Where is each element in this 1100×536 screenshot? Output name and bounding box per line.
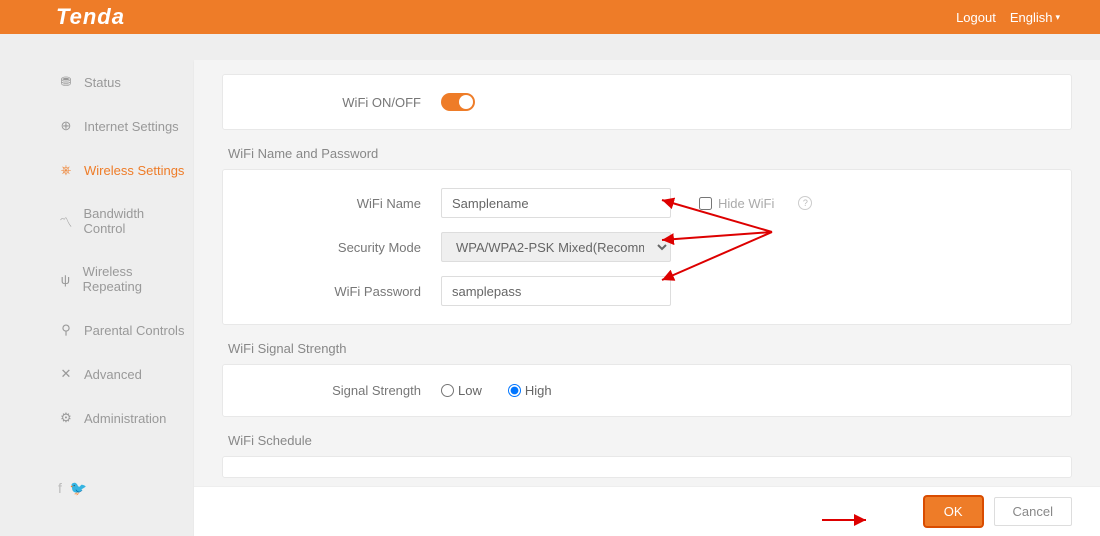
hide-wifi-label: Hide WiFi: [718, 196, 774, 211]
sidebar-item-label: Parental Controls: [84, 323, 184, 338]
sidebar-item-wireless[interactable]: ⎈ Wireless Settings: [54, 148, 194, 192]
wifi-name-input[interactable]: [441, 188, 671, 218]
hide-wifi-wrap[interactable]: Hide WiFi: [699, 196, 774, 211]
sidebar-item-label: Internet Settings: [84, 119, 179, 134]
globe-icon: ⊕: [58, 118, 74, 134]
sidebar: ⛃ Status ⊕ Internet Settings ⎈ Wireless Set…: [54, 60, 194, 536]
tools-icon: ✕: [58, 366, 74, 382]
main-panel: WiFi ON/OFF WiFi Name and Password WiFi …: [194, 60, 1100, 536]
footer-bar: OK Cancel: [194, 486, 1100, 536]
language-dropdown[interactable]: English▾: [1010, 10, 1060, 25]
wifi-password-label: WiFi Password: [251, 284, 441, 299]
facebook-icon[interactable]: f: [58, 480, 62, 497]
sidebar-item-repeating[interactable]: ψ Wireless Repeating: [54, 250, 194, 308]
sidebar-item-internet[interactable]: ⊕ Internet Settings: [54, 104, 194, 148]
ok-button[interactable]: OK: [925, 497, 982, 526]
security-mode-select[interactable]: WPA/WPA2-PSK Mixed(Recommended): [441, 232, 671, 262]
wifi-onoff-label: WiFi ON/OFF: [251, 95, 441, 110]
twitter-icon[interactable]: 🐦: [70, 480, 87, 497]
antenna-icon: ψ: [58, 272, 73, 287]
logout-link[interactable]: Logout: [956, 10, 996, 25]
language-label: English: [1010, 10, 1053, 25]
sidebar-item-label: Wireless Repeating: [83, 264, 186, 294]
signal-high-radio[interactable]: [508, 384, 521, 397]
sidebar-item-label: Advanced: [84, 367, 142, 382]
wifi-name-pw-card: WiFi Name Hide WiFi ? Security Mode WPA/…: [222, 169, 1072, 325]
gear-icon: ⚙: [58, 410, 74, 426]
section-signal-strength: WiFi Signal Strength: [222, 325, 1072, 364]
signal-low-radio[interactable]: [441, 384, 454, 397]
security-mode-label: Security Mode: [251, 240, 441, 255]
radio-label: Low: [458, 383, 482, 398]
sidebar-item-parental[interactable]: ⚲ Parental Controls: [54, 308, 194, 352]
person-icon: ⚲: [58, 322, 74, 338]
wifi-onoff-toggle[interactable]: [441, 93, 475, 111]
wifi-password-input[interactable]: [441, 276, 671, 306]
wifi-schedule-card: [222, 456, 1072, 478]
social-links: f 🐦: [54, 480, 194, 497]
sidebar-item-label: Status: [84, 75, 121, 90]
section-wifi-schedule: WiFi Schedule: [222, 417, 1072, 456]
signal-low-option[interactable]: Low: [441, 383, 482, 398]
signal-high-option[interactable]: High: [508, 383, 552, 398]
sidebar-item-label: Bandwidth Control: [83, 206, 186, 236]
sidebar-item-bandwidth[interactable]: 〽 Bandwidth Control: [54, 192, 194, 250]
section-name-password: WiFi Name and Password: [222, 130, 1072, 169]
sidebar-item-advanced[interactable]: ✕ Advanced: [54, 352, 194, 396]
app-header: Tenda Logout English▾: [0, 0, 1100, 34]
help-icon[interactable]: ?: [798, 196, 812, 210]
radio-label: High: [525, 383, 552, 398]
cancel-button[interactable]: Cancel: [994, 497, 1072, 526]
signal-strength-label: Signal Strength: [251, 383, 441, 398]
brand-logo: Tenda: [56, 4, 125, 30]
chart-icon: 〽: [58, 212, 73, 231]
sidebar-item-label: Administration: [84, 411, 166, 426]
wifi-icon: ⎈: [58, 162, 74, 178]
sidebar-item-administration[interactable]: ⚙ Administration: [54, 396, 194, 440]
status-icon: ⛃: [58, 74, 74, 90]
sidebar-item-label: Wireless Settings: [84, 163, 184, 178]
chevron-down-icon: ▾: [1055, 12, 1060, 23]
sidebar-item-status[interactable]: ⛃ Status: [54, 60, 194, 104]
wifi-onoff-card: WiFi ON/OFF: [222, 74, 1072, 130]
hide-wifi-checkbox[interactable]: [699, 197, 712, 210]
wifi-name-label: WiFi Name: [251, 196, 441, 211]
signal-strength-card: Signal Strength Low High: [222, 364, 1072, 417]
